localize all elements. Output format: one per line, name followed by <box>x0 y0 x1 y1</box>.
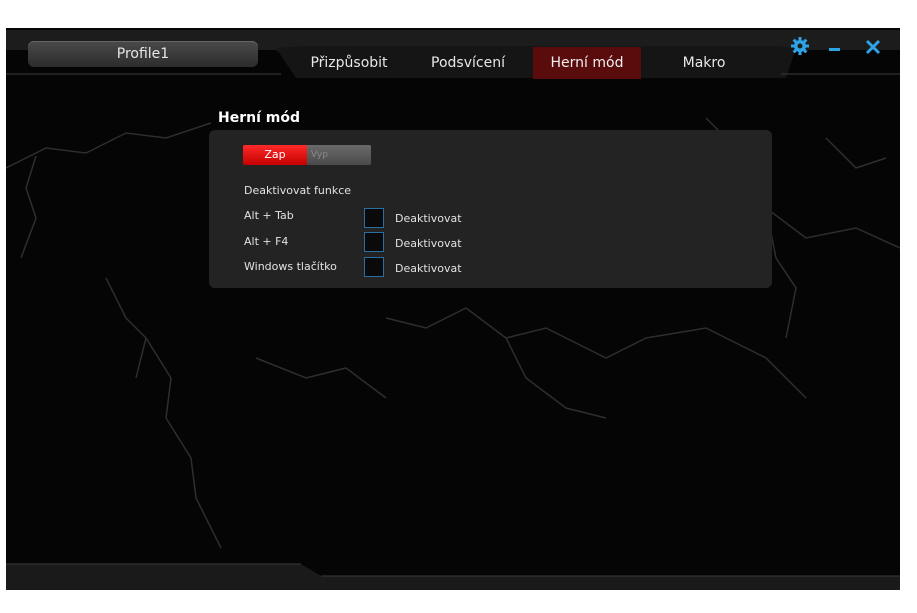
toggle-off-label[interactable]: Vyp <box>307 145 371 165</box>
tab-customize[interactable]: Přizpůsobit <box>294 47 404 79</box>
row-label-windows-key: Windows tlačítko <box>244 260 337 273</box>
checkbox-alt-tab[interactable] <box>364 208 384 228</box>
tab-macro[interactable]: Makro <box>649 47 759 79</box>
checkbox-label-alt-tab: Deaktivovat <box>395 212 462 225</box>
toggle-on-label[interactable]: Zap <box>243 145 307 165</box>
title-bar: Profile1 Přizpůsobit Podsvícení Herní mó… <box>6 28 900 79</box>
checkbox-label-windows-key: Deaktivovat <box>395 262 462 275</box>
gear-icon <box>791 37 809 55</box>
close-icon <box>865 39 881 55</box>
app-window: Profile1 Přizpůsobit Podsvícení Herní mó… <box>6 28 900 590</box>
row-label-alt-f4: Alt + F4 <box>244 235 289 248</box>
checkbox-alt-f4[interactable] <box>364 232 384 252</box>
game-mode-panel: Zap Vyp Deaktivovat funkce Alt + Tab Dea… <box>209 130 772 288</box>
section-title: Herní mód <box>218 110 300 126</box>
profile-selector[interactable]: Profile1 <box>28 41 258 67</box>
tab-lighting[interactable]: Podsvícení <box>413 47 523 79</box>
deactivate-heading: Deaktivovat funkce <box>244 184 352 197</box>
status-bar <box>6 563 900 590</box>
minimize-icon <box>829 48 840 51</box>
close-button[interactable] <box>864 36 886 58</box>
settings-button[interactable] <box>790 36 812 58</box>
tab-game-mode[interactable]: Herní mód <box>533 47 641 79</box>
game-mode-toggle[interactable]: Zap Vyp <box>243 145 371 165</box>
checkbox-windows-key[interactable] <box>364 257 384 277</box>
minimize-button[interactable] <box>828 36 850 58</box>
row-label-alt-tab: Alt + Tab <box>244 209 294 222</box>
checkbox-label-alt-f4: Deaktivovat <box>395 237 462 250</box>
